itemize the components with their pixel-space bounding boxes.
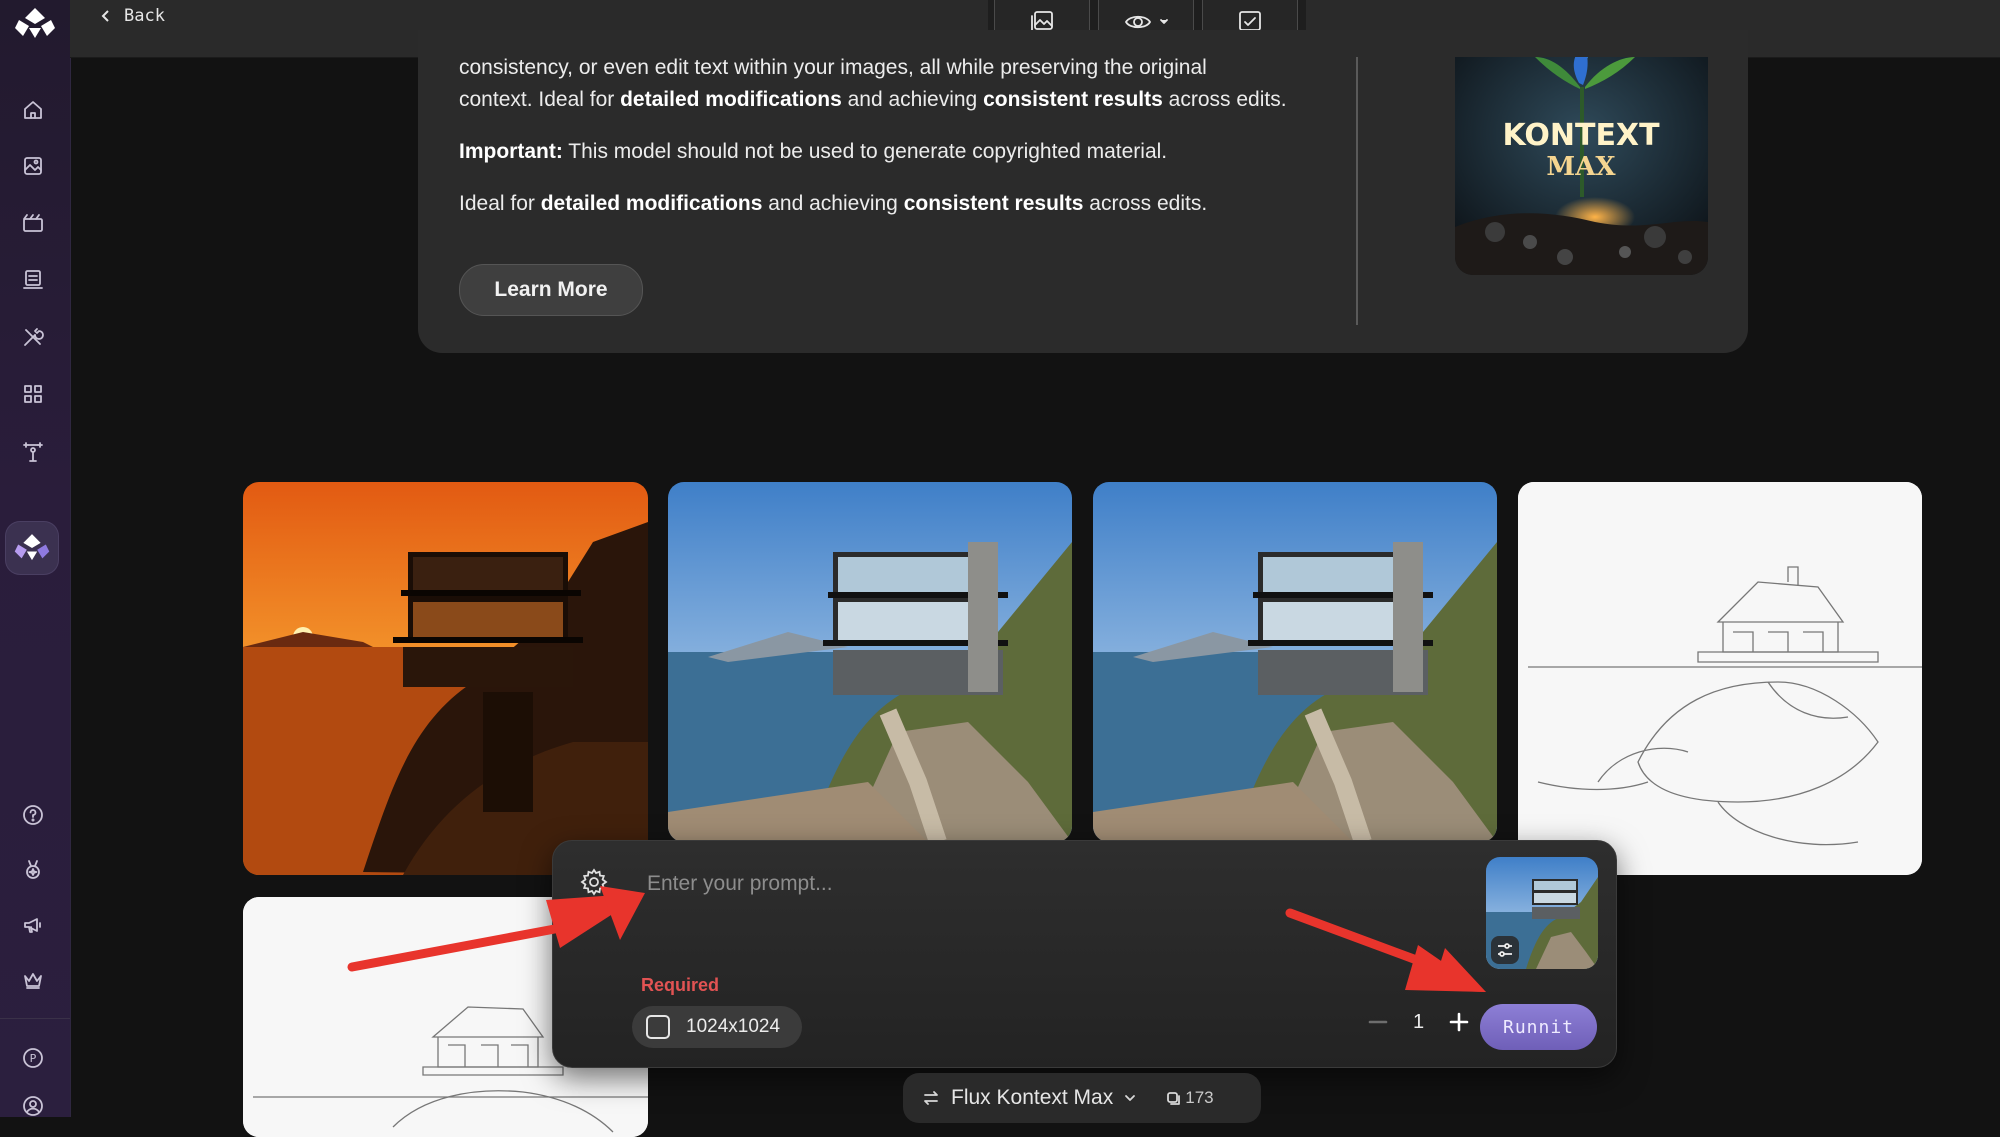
help-icon[interactable] [19,801,47,829]
profile-badge-letter: P [29,1051,37,1065]
chevron-left-icon [101,10,109,22]
adjust-reference-button[interactable] [1491,936,1519,964]
vertical-divider [1356,57,1358,325]
sidebar: P [0,0,71,1117]
prompt-panel: Required 1024x1024 1 Runnit [552,840,1617,1068]
announcements-icon[interactable] [19,911,47,939]
apps-icon[interactable] [19,380,47,408]
reference-image-thumbnail[interactable] [1486,857,1598,969]
description-line: Ideal for detailed modifications and ach… [459,192,1208,215]
training-icon[interactable] [19,438,47,466]
video-icon[interactable] [19,209,47,237]
minus-icon [1368,1020,1388,1024]
model-image-subtitle: MAX [1546,152,1616,182]
aspect-size-selector[interactable]: 1024x1024 [632,1006,802,1048]
quantity-stepper: 1 [1365,1009,1472,1035]
gallery-image[interactable] [243,482,648,875]
tools-icon[interactable] [19,323,47,351]
increment-button[interactable] [1446,1009,1472,1035]
credits-indicator: 173 [1165,1088,1214,1108]
required-label: Required [641,975,720,995]
library-icon[interactable] [19,266,47,294]
gallery-image[interactable] [668,482,1072,842]
sliders-icon [1498,943,1512,957]
prompt-input[interactable] [645,863,1369,905]
plus-icon [1449,1012,1469,1032]
model-name: Flux Kontext Max [951,1086,1114,1109]
swap-icon [924,1091,938,1105]
description-line: context. Ideal for detailed modification… [459,88,1287,111]
back-label: Back [124,6,165,26]
model-image-title: KONTEXT [1502,118,1660,153]
caret-down-icon [1160,19,1168,24]
credits-value: 173 [1185,1088,1214,1107]
model-info-card: consistency, or even edit text within yo… [418,30,1748,353]
gear-icon [580,868,608,896]
size-value: 1024x1024 [686,1016,781,1037]
quantity-value: 1 [1413,1010,1425,1033]
chevron-down-icon [1125,1095,1136,1101]
learn-more-button[interactable]: Learn More [459,264,643,316]
run-button[interactable]: Runnit [1480,1004,1597,1050]
user-icon[interactable] [19,1092,47,1120]
model-selector[interactable]: Flux Kontext Max 173 [903,1073,1261,1123]
images-icon[interactable] [19,152,47,180]
profile-badge-icon[interactable]: P [19,1044,47,1072]
app-logo-icon[interactable] [13,6,57,42]
home-icon[interactable] [19,96,47,124]
crown-icon[interactable] [19,966,47,994]
model-cover-image: KONTEXT MAX [1455,57,1708,275]
credits-icon [1167,1092,1181,1105]
model-description: consistency, or even edit text within yo… [459,52,1359,220]
sidebar-divider [0,1018,70,1019]
settings-button[interactable] [579,867,609,897]
app-switcher-active-icon[interactable] [6,522,58,574]
decrement-button[interactable] [1365,1009,1391,1035]
square-aspect-icon [646,1015,670,1039]
description-line: consistency, or even edit text within yo… [459,56,1207,79]
gallery-image[interactable] [1093,482,1497,842]
gallery-image[interactable] [1518,482,1922,875]
rewards-icon[interactable] [19,856,47,884]
back-button[interactable]: Back [98,6,165,26]
important-note: Important: This model should not be used… [459,140,1168,163]
